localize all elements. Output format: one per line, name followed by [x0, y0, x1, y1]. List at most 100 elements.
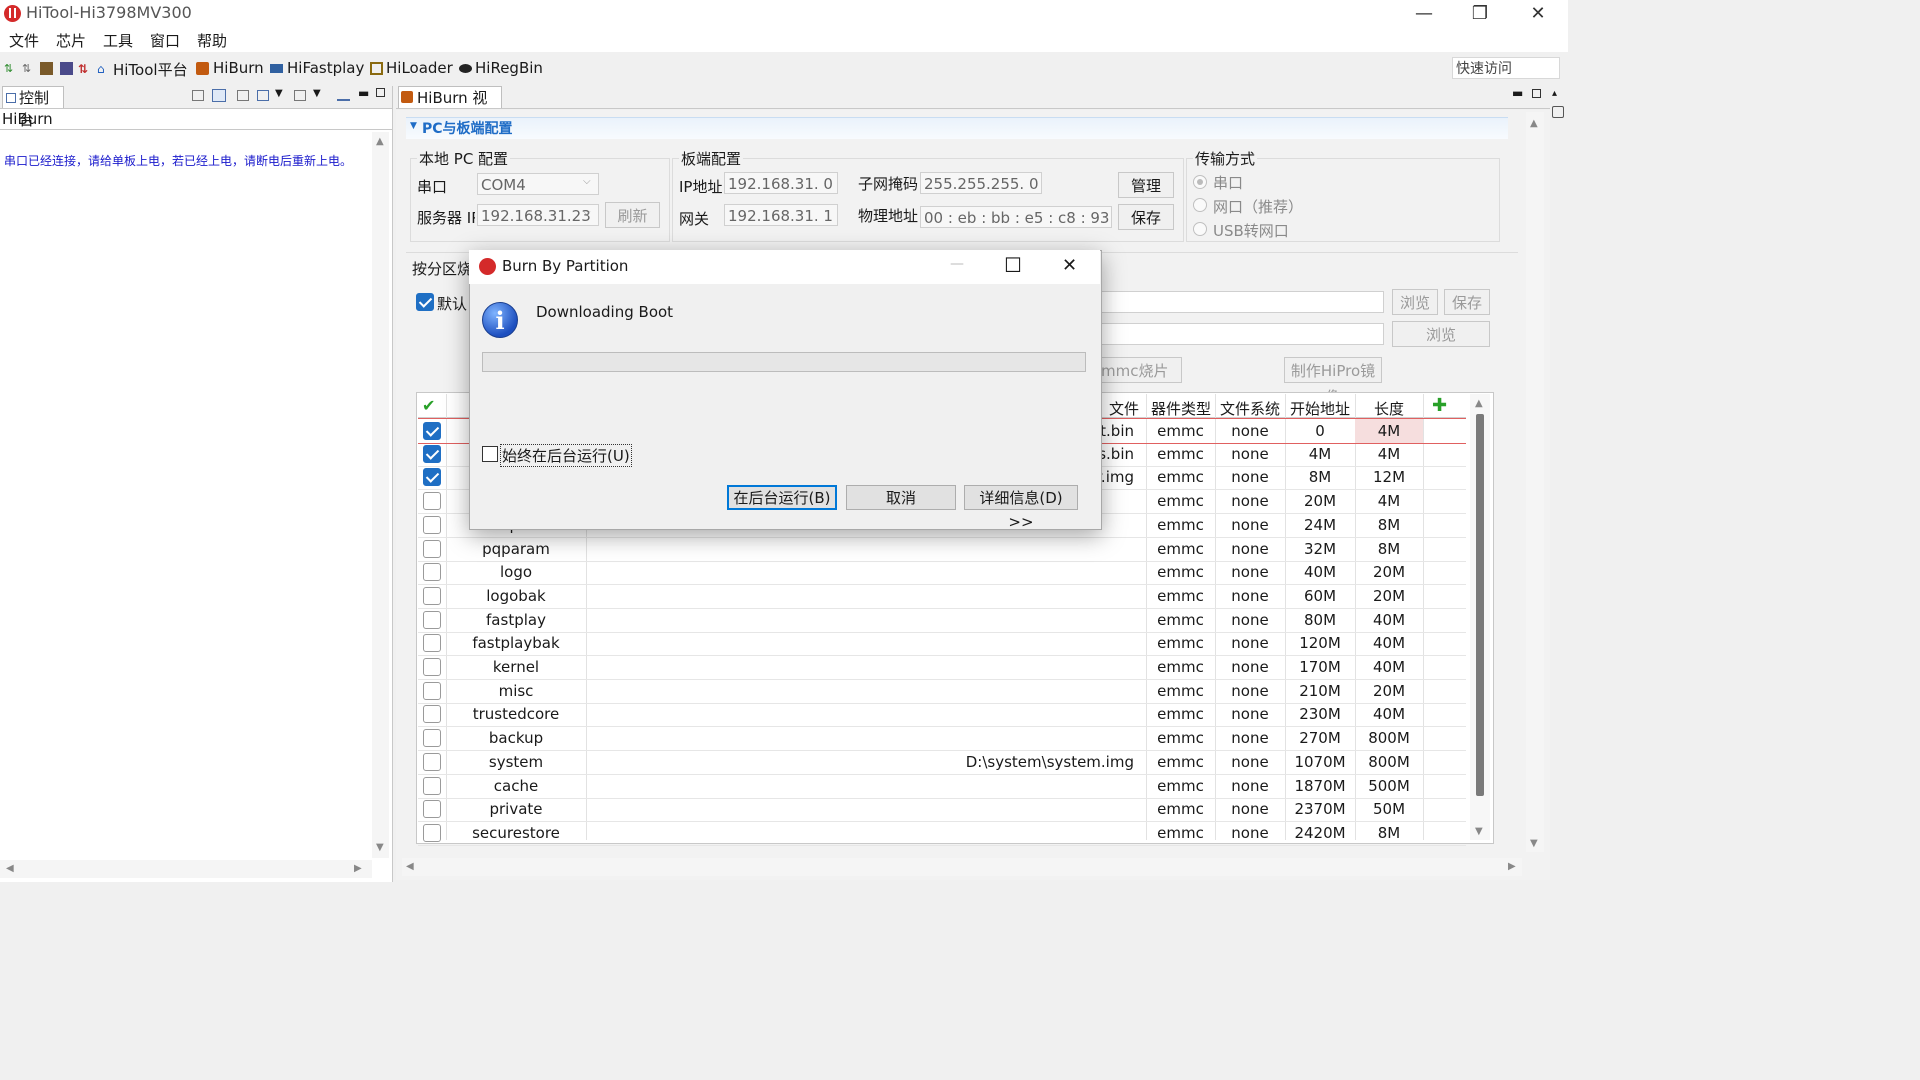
dialog-minimize-button[interactable]: —: [950, 256, 964, 272]
cancel-button[interactable]: 取消: [846, 485, 956, 510]
always-background-label[interactable]: 始终在后台运行(U): [500, 444, 632, 467]
partition-checkbox[interactable]: [423, 823, 441, 842]
view-vertical-scrollbar[interactable]: ▲ ▼: [1526, 112, 1544, 852]
browse-config-button[interactable]: 浏览: [1392, 289, 1438, 315]
partition-checkbox[interactable]: [423, 705, 441, 724]
hifastplay-button[interactable]: HiFastplay: [287, 59, 364, 77]
table-row[interactable]: backup emmc none 270M 800M: [418, 726, 1466, 752]
radio-serial[interactable]: [1193, 175, 1207, 189]
default-checkbox[interactable]: [416, 293, 434, 311]
table-row[interactable]: logobak emmc none 60M 20M: [418, 584, 1466, 609]
table-row[interactable]: trustedcore emmc none 230M 40M: [418, 702, 1466, 728]
connect-icon[interactable]: ⇅: [4, 62, 17, 75]
partition-checkbox[interactable]: [423, 681, 441, 700]
subnet-mask-input[interactable]: 255.255.255. 0: [920, 172, 1042, 194]
tab-burn-by-partition[interactable]: 按分区烧写: [412, 258, 470, 279]
header-filesystem[interactable]: 文件系统: [1216, 398, 1284, 419]
file-cell[interactable]: [586, 655, 1140, 679]
refresh-button[interactable]: 刷新: [605, 202, 660, 228]
select-all-check-icon[interactable]: ✔: [422, 396, 435, 415]
hiloader-button[interactable]: HiLoader: [386, 59, 453, 77]
table-row[interactable]: logo emmc none 40M 20M: [418, 560, 1466, 586]
menu-file[interactable]: 文件: [9, 30, 39, 51]
scroll-lock-icon[interactable]: [212, 89, 226, 102]
file-cell[interactable]: [586, 726, 1140, 750]
file-cell[interactable]: [586, 774, 1140, 798]
file-cell[interactable]: [586, 608, 1140, 632]
file-cell[interactable]: [586, 821, 1140, 845]
partition-checkbox[interactable]: [423, 610, 441, 629]
partition-checkbox[interactable]: [423, 752, 441, 771]
quick-access-input[interactable]: 快速访问: [1452, 57, 1560, 79]
table-row[interactable]: system D:\system\system.img emmc none 1070M 8…: [418, 750, 1466, 775]
table-row[interactable]: private emmc none 2370M 50M: [418, 797, 1466, 823]
file-cell[interactable]: [586, 797, 1140, 821]
partition-checkbox[interactable]: [423, 422, 441, 440]
browse-image-button[interactable]: 浏览: [1392, 321, 1490, 347]
partition-checkbox[interactable]: [423, 776, 441, 795]
maximize-view-icon[interactable]: [376, 88, 385, 97]
radio-network[interactable]: [1193, 198, 1207, 212]
chevron-down-icon[interactable]: ▼: [410, 121, 417, 131]
table-row[interactable]: cache emmc none 1870M 500M: [418, 774, 1466, 799]
header-device-type[interactable]: 器件类型: [1148, 398, 1214, 419]
header-file[interactable]: 文件: [1102, 398, 1146, 419]
gateway-input[interactable]: 192.168.31. 1: [724, 204, 838, 226]
board-save-button[interactable]: 保存: [1118, 204, 1174, 230]
hifastplay-icon[interactable]: [270, 64, 283, 73]
pc-board-config-header[interactable]: PC与板端配置: [406, 117, 1508, 139]
partition-checkbox[interactable]: [423, 586, 441, 605]
table-row[interactable]: securestore emmc none 2420M 8M: [418, 821, 1466, 846]
close-button[interactable]: ✕: [1518, 2, 1558, 26]
port-select[interactable]: COM4: [477, 173, 599, 195]
menu-help[interactable]: 帮助: [197, 30, 227, 51]
clear-console-icon[interactable]: [192, 90, 204, 101]
hiloader-icon[interactable]: [370, 62, 383, 75]
partition-checkbox[interactable]: [423, 539, 441, 558]
table-row[interactable]: misc emmc none 210M 20M: [418, 679, 1466, 704]
minimize-button[interactable]: —: [1404, 2, 1444, 26]
partition-checkbox[interactable]: [423, 729, 441, 748]
ip-input[interactable]: 192.168.31. 0: [724, 172, 838, 194]
file-cell[interactable]: [586, 560, 1140, 584]
restore-button[interactable]: ❐: [1460, 2, 1500, 26]
side-panel-icon[interactable]: [1552, 106, 1564, 118]
minimize-view-icon[interactable]: ▬: [1512, 86, 1523, 100]
save-config-button[interactable]: 保存: [1444, 289, 1490, 315]
server-ip-select[interactable]: 192.168.31.23: [477, 204, 599, 226]
hiburn-icon[interactable]: [196, 62, 209, 75]
pin-console-icon[interactable]: [237, 90, 249, 101]
dialog-close-button[interactable]: ✕: [1062, 255, 1077, 276]
file-cell[interactable]: [586, 679, 1140, 703]
header-start-address[interactable]: 开始地址: [1286, 398, 1354, 419]
partition-checkbox[interactable]: [423, 800, 441, 819]
file-cell[interactable]: [586, 537, 1140, 561]
display-console-icon[interactable]: [257, 90, 269, 101]
file-cell[interactable]: [586, 631, 1140, 655]
partition-checkbox[interactable]: [423, 634, 441, 653]
chip-icon[interactable]: [60, 62, 73, 75]
side-arrow-icon[interactable]: ▴: [1552, 88, 1564, 100]
partition-checkbox[interactable]: [423, 468, 441, 487]
partition-checkbox[interactable]: [423, 515, 441, 534]
chevron-down-icon[interactable]: ⌵: [583, 207, 591, 218]
hiregbin-icon[interactable]: [459, 64, 472, 73]
console-vertical-scrollbar[interactable]: ▲ ▼: [372, 132, 389, 858]
radio-usb-network[interactable]: [1193, 222, 1207, 236]
chevron-down-icon[interactable]: ⌵: [583, 176, 591, 187]
menu-window[interactable]: 窗口: [150, 30, 180, 51]
header-length[interactable]: 长度: [1356, 398, 1422, 419]
mac-address-input[interactable]: 00 : eb : bb : e5 : c8 : 93: [920, 206, 1112, 228]
disconnect-icon[interactable]: ⇅: [22, 62, 35, 75]
hitool-platform-button[interactable]: HiTool平台: [113, 59, 188, 80]
hiregbin-button[interactable]: HiRegBin: [475, 59, 543, 77]
transfer-icon[interactable]: ⇅: [78, 62, 91, 76]
table-row[interactable]: pqparam emmc none 32M 8M: [418, 537, 1466, 562]
partition-checkbox[interactable]: [423, 563, 441, 582]
hiburn-button[interactable]: HiBurn: [213, 59, 264, 77]
table-scrollbar-thumb[interactable]: [1476, 414, 1484, 796]
details-button[interactable]: 详细信息(D) >>: [964, 485, 1078, 531]
file-cell[interactable]: [586, 584, 1140, 608]
chevron-down-icon[interactable]: ▼: [313, 88, 321, 99]
dialog-maximize-button[interactable]: ☐: [1004, 253, 1022, 277]
